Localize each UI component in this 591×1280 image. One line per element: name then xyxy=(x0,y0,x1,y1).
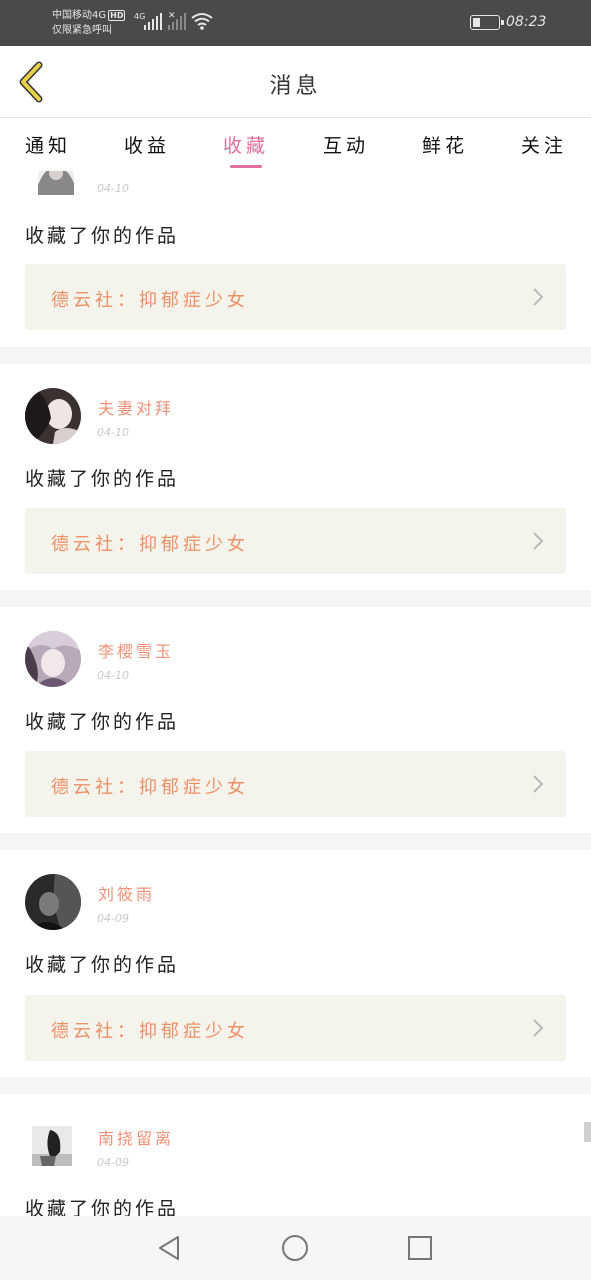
tab-label: 鲜花 xyxy=(421,135,468,157)
tab-label: 收益 xyxy=(123,135,170,157)
tab-flowers[interactable]: 鲜花 xyxy=(405,131,485,158)
clock: 08:23 xyxy=(506,14,547,30)
avatar[interactable] xyxy=(25,631,81,687)
chevron-right-icon xyxy=(533,1019,544,1037)
divider xyxy=(0,347,591,364)
notification-date: 04-10 xyxy=(97,182,129,195)
tab-notifications[interactable]: 通知 xyxy=(8,131,88,158)
circle-home-icon xyxy=(282,1235,308,1261)
work-title: 德云社：抑郁症少女 xyxy=(51,534,249,555)
signal-2-icon xyxy=(168,12,186,30)
emergency-only-text: 仅限紧急呼叫 xyxy=(52,25,112,36)
wifi-icon xyxy=(191,13,213,30)
username[interactable]: 夫妻对拜 xyxy=(98,395,174,419)
chevron-right-icon xyxy=(533,775,544,793)
notification-list: 04-10 收藏了你的作品 德云社：抑郁症少女 夫妻对拜 04-10 收藏了你的… xyxy=(0,171,591,1216)
battery-icon xyxy=(470,15,504,30)
username[interactable]: 刘筱雨 xyxy=(98,881,155,905)
list-item: 04-10 收藏了你的作品 德云社：抑郁症少女 xyxy=(0,171,591,347)
divider xyxy=(0,1077,591,1094)
nav-recents-button[interactable] xyxy=(404,1232,436,1264)
avatar[interactable] xyxy=(38,171,74,195)
tab-label: 关注 xyxy=(520,135,567,157)
chevron-right-icon xyxy=(533,532,544,550)
hd-badge: HD xyxy=(108,10,126,21)
work-title: 德云社：抑郁症少女 xyxy=(51,290,249,311)
app-header: 消息 xyxy=(0,46,591,118)
carrier-name: 中国移动4G xyxy=(52,10,107,21)
scrollbar-thumb[interactable] xyxy=(584,1122,591,1142)
carrier-info: 中国移动4G HD 仅限紧急呼叫 xyxy=(52,8,126,38)
work-link[interactable]: 德云社：抑郁症少女 xyxy=(25,508,566,574)
notification-action: 收藏了你的作品 xyxy=(25,954,180,976)
tab-follows[interactable]: 关注 xyxy=(504,131,584,158)
tab-earnings[interactable]: 收益 xyxy=(107,131,187,158)
notification-action: 收藏了你的作品 xyxy=(25,225,180,247)
chevron-right-icon xyxy=(533,288,544,306)
work-title: 德云社：抑郁症少女 xyxy=(51,777,249,798)
square-recents-icon xyxy=(408,1236,432,1260)
tab-interactions[interactable]: 互动 xyxy=(306,131,386,158)
username[interactable]: 南挠留离 xyxy=(98,1125,174,1149)
list-item: 南挠留离 04-09 收藏了你的作品 xyxy=(0,1094,591,1216)
work-link[interactable]: 德云社：抑郁症少女 xyxy=(25,264,566,330)
notification-date: 04-10 xyxy=(97,426,129,439)
page-title: 消息 xyxy=(269,74,322,99)
tab-label: 互动 xyxy=(322,135,369,157)
status-bar: 中国移动4G HD 仅限紧急呼叫 4G ✕ 08:23 xyxy=(0,0,591,46)
notification-action: 收藏了你的作品 xyxy=(25,468,180,490)
signal-icon xyxy=(144,12,162,30)
nav-back-button[interactable] xyxy=(153,1232,185,1264)
list-item: 夫妻对拜 04-10 收藏了你的作品 德云社：抑郁症少女 xyxy=(0,364,591,590)
divider xyxy=(0,833,591,850)
divider xyxy=(0,590,591,607)
avatar[interactable] xyxy=(25,388,81,444)
avatar[interactable] xyxy=(32,1126,72,1166)
username[interactable]: 李樱雪玉 xyxy=(98,638,174,662)
avatar[interactable] xyxy=(25,874,81,930)
notification-date: 04-10 xyxy=(97,669,129,682)
work-link[interactable]: 德云社：抑郁症少女 xyxy=(25,751,566,817)
triangle-back-icon xyxy=(159,1236,179,1260)
notification-action: 收藏了你的作品 xyxy=(25,711,180,733)
nav-home-button[interactable] xyxy=(279,1232,311,1264)
work-title: 德云社：抑郁症少女 xyxy=(51,1021,249,1042)
tab-label: 收藏 xyxy=(222,135,269,157)
tab-label: 通知 xyxy=(24,135,71,157)
active-tab-indicator xyxy=(230,165,262,168)
list-item: 李樱雪玉 04-10 收藏了你的作品 德云社：抑郁症少女 xyxy=(0,607,591,833)
tab-bar: 通知 收益 收藏 互动 鲜花 关注 xyxy=(0,119,591,171)
work-link[interactable]: 德云社：抑郁症少女 xyxy=(25,995,566,1061)
system-nav-bar xyxy=(0,1216,591,1280)
notification-date: 04-09 xyxy=(97,912,129,925)
tab-favorites[interactable]: 收藏 xyxy=(206,131,286,168)
list-item: 刘筱雨 04-09 收藏了你的作品 德云社：抑郁症少女 xyxy=(0,850,591,1077)
notification-date: 04-09 xyxy=(97,1156,129,1169)
notification-action: 收藏了你的作品 xyxy=(25,1198,180,1216)
